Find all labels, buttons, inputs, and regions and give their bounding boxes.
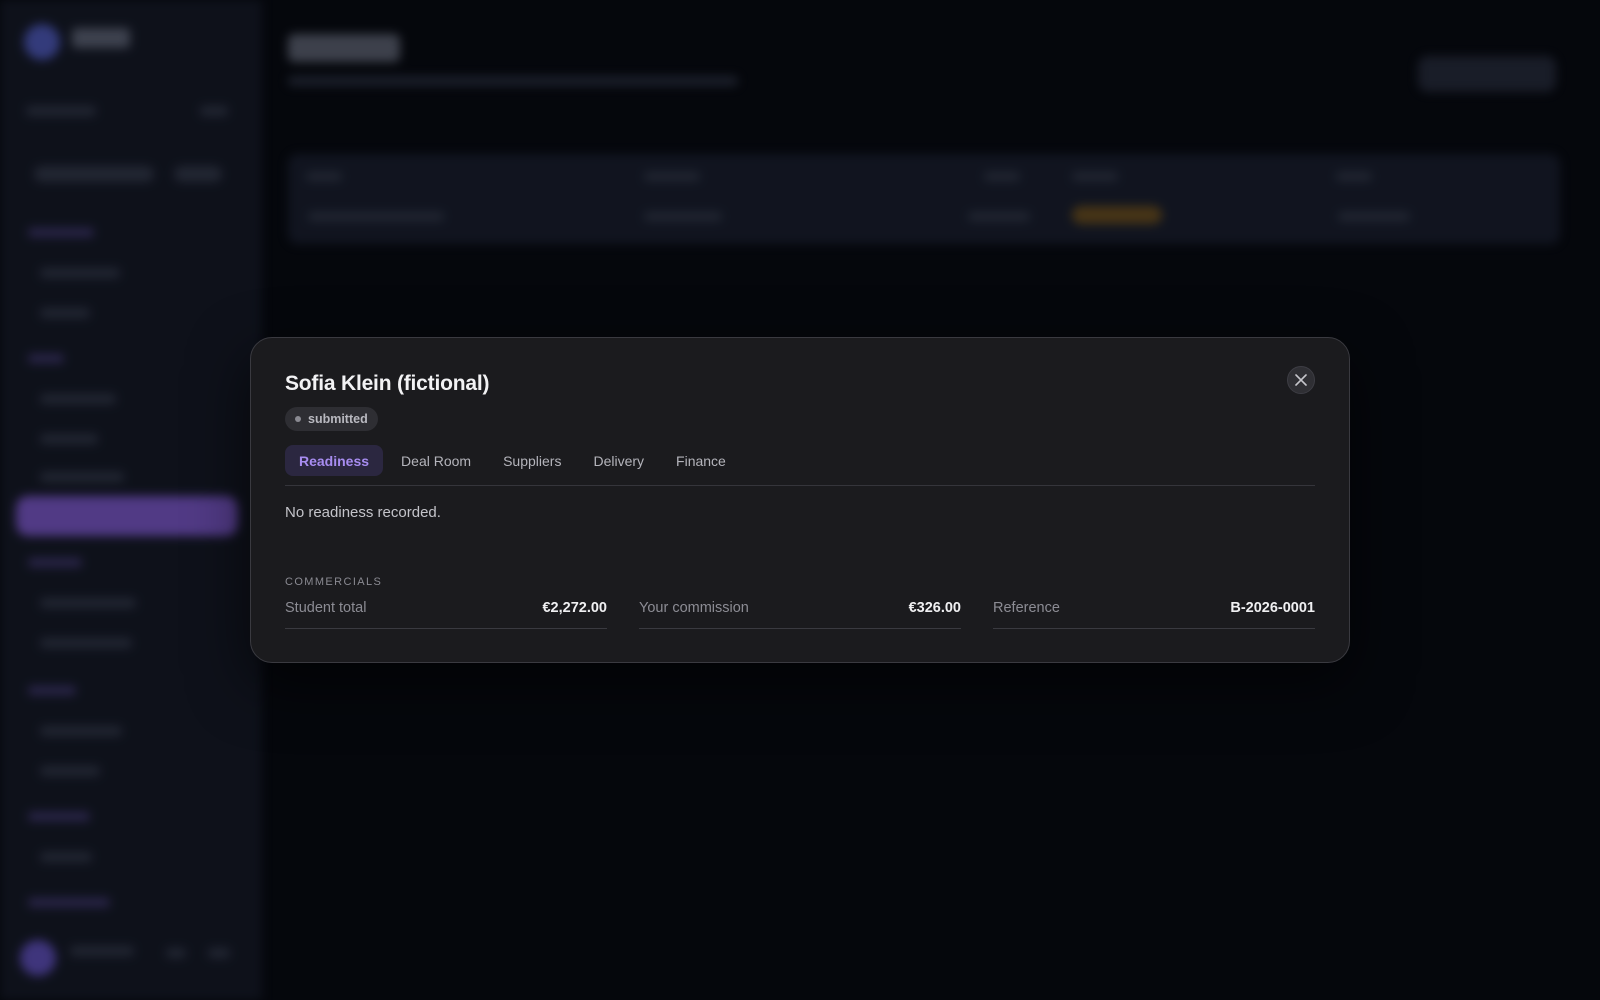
app-logo xyxy=(24,24,60,60)
sidebar-item xyxy=(40,308,90,318)
status-dot-icon xyxy=(295,416,301,422)
sidebar-item xyxy=(40,638,132,648)
sidebar-item xyxy=(40,726,122,736)
sidebar-section-6 xyxy=(28,898,110,907)
table-header-cell xyxy=(1072,172,1118,181)
table-cell xyxy=(968,212,1030,221)
stat-value: B-2026-0001 xyxy=(1230,600,1315,616)
table-cell xyxy=(1338,212,1410,221)
close-button[interactable] xyxy=(1287,366,1315,394)
sidebar-search xyxy=(34,166,154,182)
stat-value: €2,272.00 xyxy=(542,600,607,616)
sidebar-item xyxy=(40,472,124,482)
tab-finance[interactable]: Finance xyxy=(662,445,740,476)
stat-your-commission: Your commission €326.00 xyxy=(639,600,961,629)
sidebar-item-active xyxy=(16,496,238,536)
stat-label: Reference xyxy=(993,600,1060,616)
page-title xyxy=(288,34,400,62)
sidebar-item xyxy=(40,766,100,776)
avatar xyxy=(20,940,56,976)
sidebar-org-action xyxy=(200,106,228,116)
tab-deal-room[interactable]: Deal Room xyxy=(387,445,485,476)
stat-value: €326.00 xyxy=(908,600,961,616)
stat-label: Student total xyxy=(285,600,367,616)
sidebar-section-1 xyxy=(28,228,94,237)
status-badge: submitted xyxy=(285,407,378,431)
sidebar-item xyxy=(40,394,116,404)
sidebar-user-action xyxy=(166,948,186,958)
app-logo-text xyxy=(72,28,130,48)
table-cell xyxy=(308,212,444,221)
tab-readiness[interactable]: Readiness xyxy=(285,445,384,476)
table-cell xyxy=(644,212,722,221)
status-badge xyxy=(1072,206,1162,224)
sidebar xyxy=(0,0,262,1000)
commercials-section-label: COMMERCIALS xyxy=(285,576,383,588)
sidebar-shortcut xyxy=(174,166,222,182)
bookings-table xyxy=(288,154,1560,244)
sidebar-item xyxy=(40,852,92,862)
table-header-cell xyxy=(306,172,342,181)
sidebar-org-switcher xyxy=(26,106,96,116)
sidebar-user-name xyxy=(70,946,134,956)
stat-reference: Reference B-2026-0001 xyxy=(993,600,1315,629)
modal-title: Sofia Klein (fictional) xyxy=(285,372,490,395)
stat-label: Your commission xyxy=(639,600,749,616)
sidebar-item xyxy=(40,434,98,444)
sidebar-item xyxy=(40,268,120,278)
status-text: submitted xyxy=(308,412,368,426)
table-header-cell xyxy=(644,172,700,181)
table-header-cell xyxy=(1336,172,1372,181)
readiness-empty-message: No readiness recorded. xyxy=(285,504,441,521)
sidebar-section-4 xyxy=(28,686,76,695)
sidebar-section-5 xyxy=(28,812,90,821)
modal-tabs: Readiness Deal Room Suppliers Delivery F… xyxy=(285,445,1315,486)
close-icon xyxy=(1295,374,1307,386)
booking-detail-modal: Sofia Klein (fictional) submitted Readin… xyxy=(250,337,1350,663)
sidebar-item xyxy=(40,598,136,608)
tab-delivery[interactable]: Delivery xyxy=(579,445,658,476)
sidebar-section-2 xyxy=(28,354,64,363)
stat-student-total: Student total €2,272.00 xyxy=(285,600,607,629)
sidebar-section-3 xyxy=(28,558,82,567)
primary-action-button xyxy=(1418,56,1556,92)
table-header-cell xyxy=(984,172,1020,181)
page-subtitle xyxy=(288,76,738,86)
sidebar-user-action xyxy=(208,948,230,958)
tab-suppliers[interactable]: Suppliers xyxy=(489,445,575,476)
